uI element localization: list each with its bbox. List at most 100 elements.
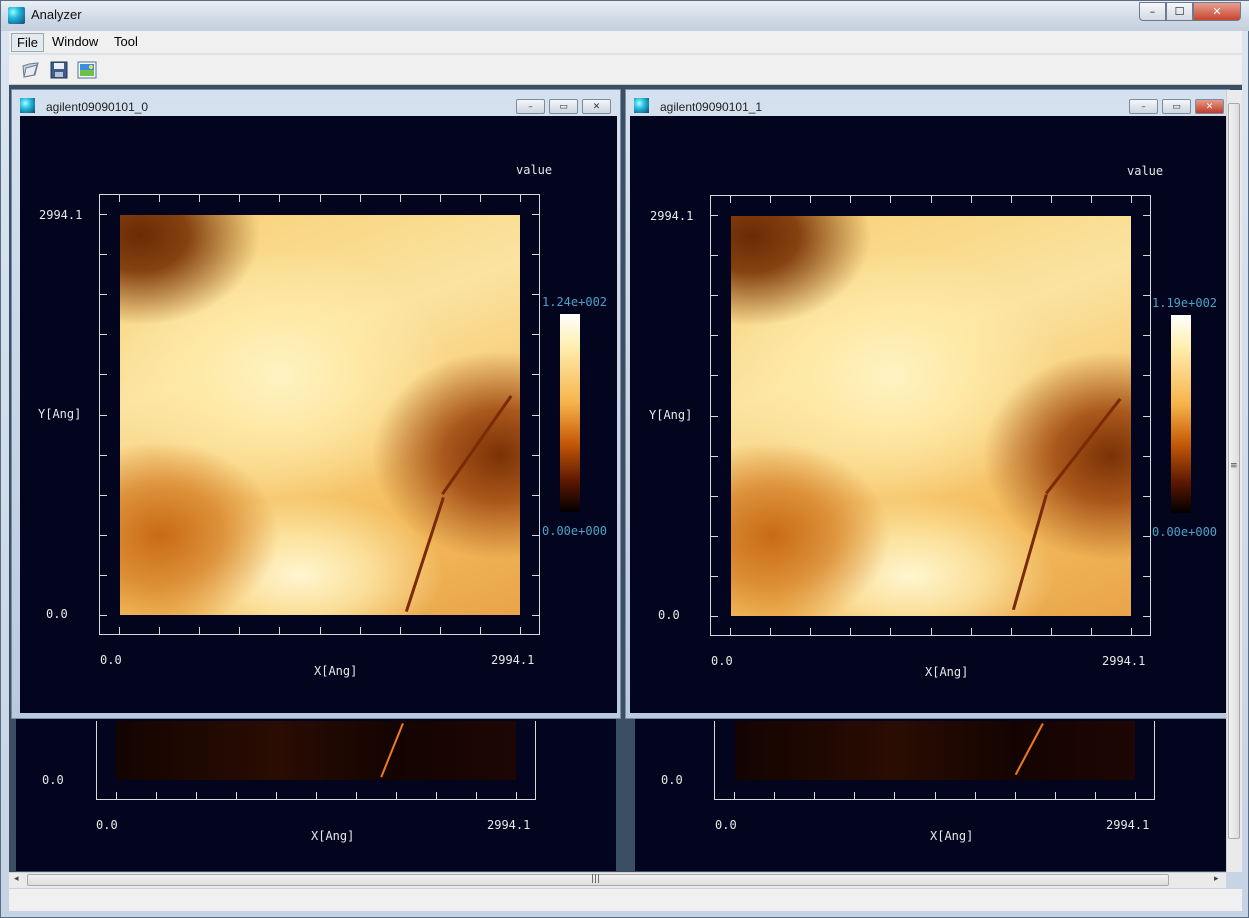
x-tick bbox=[520, 194, 521, 202]
x-tick bbox=[396, 792, 397, 800]
y-tick bbox=[710, 616, 718, 617]
x-tick bbox=[1010, 628, 1012, 636]
maximize-button[interactable]: ☐ bbox=[1166, 2, 1193, 21]
x-tick bbox=[356, 792, 357, 800]
toolbar bbox=[9, 55, 1242, 85]
subwindow-minimize-button[interactable]: – bbox=[1129, 99, 1158, 114]
close-button[interactable]: ✕ bbox=[1193, 2, 1241, 21]
menu-bar: File Window Tool bbox=[9, 31, 1242, 54]
subwindow-title-bar[interactable]: agilent09090101_1 – ▭ ✕ bbox=[626, 90, 1229, 118]
x-axis-label: X[Ang] bbox=[925, 665, 969, 679]
y-tick bbox=[710, 575, 718, 577]
image-icon[interactable] bbox=[77, 60, 97, 80]
x-tick bbox=[1054, 792, 1056, 800]
afm-height-image bbox=[120, 215, 520, 615]
minimize-button[interactable]: – bbox=[1139, 2, 1166, 21]
x-tick bbox=[359, 627, 361, 635]
horizontal-grip: ||| bbox=[591, 874, 601, 884]
lower-x-min: 0.0 bbox=[715, 818, 737, 832]
y-tick bbox=[532, 414, 540, 416]
x-tick bbox=[439, 194, 441, 202]
subwindow-restore-button[interactable]: ▭ bbox=[549, 99, 578, 114]
title-bar[interactable]: Analyzer – ☐ ✕ bbox=[1, 1, 1249, 31]
x-tick bbox=[854, 792, 856, 800]
open-folder-icon[interactable] bbox=[21, 60, 41, 80]
colorbar bbox=[1171, 315, 1191, 513]
x-tick bbox=[276, 792, 277, 800]
vertical-grip: ≡ bbox=[1230, 461, 1238, 471]
y-tick bbox=[532, 334, 540, 336]
y-tick bbox=[532, 534, 540, 536]
colorbar-title: value bbox=[516, 163, 553, 177]
plot-canvas[interactable]: value 2994.1 Y[Ang] 0.0 0.0 2994.1 X[Ang… bbox=[630, 116, 1227, 713]
x-tick bbox=[156, 792, 157, 800]
menu-tool[interactable]: Tool bbox=[109, 33, 143, 52]
x-tick bbox=[850, 628, 852, 636]
y-max-label: 2994.1 bbox=[650, 209, 694, 223]
x-tick bbox=[930, 628, 932, 636]
file-icon bbox=[20, 98, 35, 113]
y-tick bbox=[99, 454, 107, 456]
x-axis-label: X[Ang] bbox=[314, 664, 358, 678]
colorbar-min-label: 0.00e+000 bbox=[1152, 525, 1218, 539]
y-tick bbox=[1143, 255, 1151, 257]
x-tick bbox=[439, 627, 441, 635]
ridge-line bbox=[1045, 398, 1122, 495]
subwindow-title: agilent09090101_0 bbox=[46, 100, 149, 114]
x-tick bbox=[934, 792, 936, 800]
y-axis-label: Y[Ang] bbox=[649, 408, 693, 422]
y-tick bbox=[99, 574, 107, 576]
y-tick bbox=[99, 414, 107, 416]
x-tick bbox=[119, 627, 120, 635]
y-tick bbox=[532, 494, 540, 496]
x-tick bbox=[199, 627, 201, 635]
x-tick bbox=[196, 792, 197, 800]
subwindow-2[interactable]: agilent09090101_1 – ▭ ✕ value 2994.1 Y[A… bbox=[625, 89, 1230, 719]
y-tick bbox=[1143, 415, 1151, 417]
x-min-label: 0.0 bbox=[100, 653, 122, 667]
subwindow-minimize-button[interactable]: – bbox=[516, 99, 545, 114]
status-bar bbox=[9, 889, 1242, 911]
subwindow-title-bar[interactable]: agilent09090101_0 – ▭ ✕ bbox=[12, 90, 620, 118]
y-tick bbox=[710, 335, 718, 337]
y-tick bbox=[1143, 495, 1151, 497]
scroll-left-arrow-icon[interactable]: ◂ bbox=[14, 874, 19, 884]
y-tick bbox=[99, 534, 107, 536]
y-tick bbox=[532, 374, 540, 376]
x-tick bbox=[850, 195, 852, 203]
subwindow-1[interactable]: agilent09090101_0 – ▭ ✕ value 2994.1 Y[A… bbox=[11, 89, 621, 719]
plot-canvas[interactable]: value 2994.1 Y[Ang] 0.0 0.0 2994.1 X[Ang… bbox=[20, 116, 617, 713]
menu-window[interactable]: Window bbox=[47, 33, 103, 52]
vertical-scroll-thumb[interactable] bbox=[1228, 103, 1240, 839]
lower-y-min: 0.0 bbox=[661, 773, 683, 787]
x-tick bbox=[279, 194, 281, 202]
x-tick bbox=[890, 628, 892, 636]
x-tick bbox=[239, 194, 241, 202]
x-tick bbox=[319, 194, 321, 202]
y-tick bbox=[532, 254, 540, 256]
lower-x-min: 0.0 bbox=[96, 818, 118, 832]
colorbar-min-label: 0.00e+000 bbox=[542, 524, 608, 538]
x-max-label: 2994.1 bbox=[1102, 654, 1146, 668]
subwindow-close-button[interactable]: ✕ bbox=[1195, 99, 1224, 114]
file-icon bbox=[634, 98, 649, 113]
y-min-label: 0.0 bbox=[658, 608, 680, 622]
x-tick bbox=[1094, 792, 1096, 800]
subwindow-restore-button[interactable]: ▭ bbox=[1162, 99, 1191, 114]
y-tick bbox=[1143, 215, 1151, 216]
lower-y-min: 0.0 bbox=[42, 773, 64, 787]
x-tick bbox=[476, 792, 477, 800]
save-disk-icon[interactable] bbox=[49, 60, 69, 80]
x-tick bbox=[890, 195, 892, 203]
subwindow-close-button[interactable]: ✕ bbox=[582, 99, 611, 114]
scroll-right-arrow-icon[interactable]: ▸ bbox=[1214, 874, 1219, 884]
colorbar-max-label: 1.24e+002 bbox=[542, 295, 608, 309]
x-tick bbox=[930, 195, 932, 203]
y-tick bbox=[99, 254, 107, 256]
y-tick bbox=[1143, 375, 1151, 377]
y-axis-label: Y[Ang] bbox=[38, 407, 82, 421]
x-tick bbox=[1050, 195, 1052, 203]
menu-file[interactable]: File bbox=[11, 33, 44, 52]
x-tick bbox=[319, 627, 321, 635]
x-tick bbox=[479, 627, 481, 635]
